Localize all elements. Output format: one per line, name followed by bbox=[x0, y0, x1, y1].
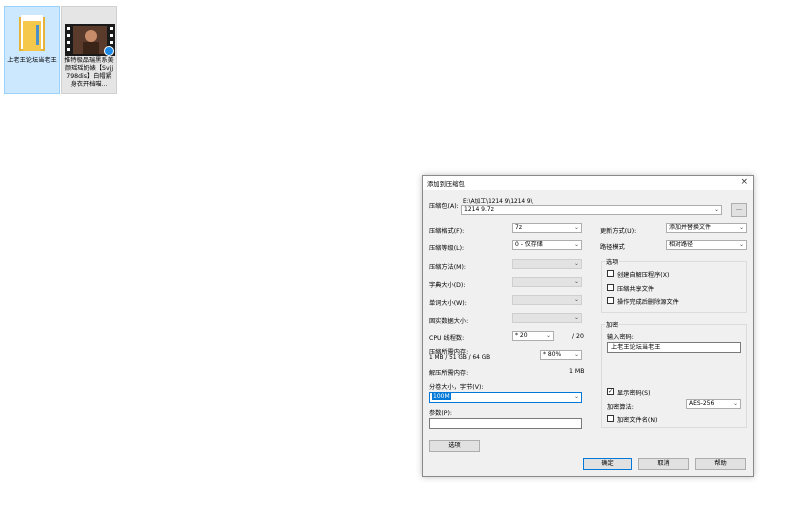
password-input[interactable]: 上老王论坛当老王 bbox=[607, 342, 741, 353]
word-label: 单词大小(W): bbox=[429, 300, 467, 307]
chevron-down-icon: ⌄ bbox=[573, 393, 579, 400]
cpu-label: CPU 线程数: bbox=[429, 335, 465, 342]
format-value: 7z bbox=[515, 224, 522, 231]
mem-detail: 1 MB / 51 GB / 64 GB bbox=[429, 355, 491, 361]
method-select: ⌄ bbox=[512, 259, 582, 269]
chevron-down-icon: ⌄ bbox=[573, 351, 579, 358]
update-value: 添加并替换文件 bbox=[669, 224, 712, 231]
options-group-title: 选项 bbox=[605, 257, 620, 266]
chevron-down-icon: ⌄ bbox=[738, 224, 744, 231]
sfx-label: 创建自解压程序(X) bbox=[617, 272, 670, 279]
show-password-label: 显示密码(S) bbox=[617, 390, 651, 397]
enc-method-value: AES-256 bbox=[689, 400, 715, 407]
shared-label: 压缩共享文件 bbox=[617, 286, 655, 293]
cpu-total: / 20 bbox=[572, 333, 584, 340]
split-label: 分卷大小，字节(V): bbox=[429, 384, 484, 391]
cancel-button[interactable]: 取消 bbox=[638, 458, 689, 470]
help-button[interactable]: 帮助 bbox=[695, 458, 746, 470]
word-select: ⌄ bbox=[512, 295, 582, 305]
show-password-checkbox[interactable]: ✓ bbox=[607, 388, 614, 395]
dict-select: ⌄ bbox=[512, 277, 582, 287]
mem-value: * 80% bbox=[543, 351, 562, 358]
ok-button[interactable]: 确定 bbox=[583, 458, 632, 470]
split-value: 100M bbox=[432, 393, 451, 400]
sfx-checkbox[interactable] bbox=[607, 270, 614, 277]
close-icon[interactable]: × bbox=[740, 177, 748, 188]
chevron-down-icon: ⌄ bbox=[713, 206, 719, 213]
encrypt-names-checkbox[interactable] bbox=[607, 415, 614, 422]
add-to-archive-dialog: 添加到压缩包 × 压缩包(A): E:\A加工\1214 9\1214 9\ 1… bbox=[422, 175, 754, 477]
params-input[interactable] bbox=[429, 418, 582, 429]
chevron-down-icon: ⌄ bbox=[573, 314, 579, 321]
level-select[interactable]: 0 - 仅存储 ⌄ bbox=[512, 240, 582, 250]
level-value: 0 - 仅存储 bbox=[515, 241, 543, 248]
chevron-down-icon: ⌄ bbox=[573, 260, 579, 267]
chevron-down-icon: ⌄ bbox=[573, 224, 579, 231]
video-thumbnail-icon bbox=[65, 24, 115, 56]
video-label: 推特极品瑞黑系美颜瑶瑶奶婊【Svjj798dis】白帽紧身衣开档喵... bbox=[64, 57, 114, 88]
update-label: 更新方式(U): bbox=[600, 228, 637, 235]
chevron-down-icon: ⌄ bbox=[573, 296, 579, 303]
path-mode-value: 相对路径 bbox=[669, 241, 694, 248]
archive-name-value: 1214 9.7z bbox=[464, 206, 494, 213]
encrypt-names-label: 加密文件名(N) bbox=[617, 417, 658, 424]
archive-path: E:\A加工\1214 9\1214 9\ bbox=[463, 199, 533, 205]
chevron-down-icon: ⌄ bbox=[738, 241, 744, 248]
decomp-label: 解压所需内存: bbox=[429, 370, 469, 377]
format-select[interactable]: 7z ⌄ bbox=[512, 223, 582, 233]
encrypt-group-title: 加密 bbox=[605, 320, 620, 329]
archive-label: 压缩包(A): bbox=[429, 203, 459, 210]
decomp-value: 1 MB bbox=[569, 368, 585, 375]
format-label: 压缩格式(F): bbox=[429, 228, 465, 235]
path-mode-label: 路径模式 bbox=[600, 244, 625, 251]
chevron-down-icon: ⌄ bbox=[545, 332, 551, 339]
solid-select: ⌄ bbox=[512, 313, 582, 323]
cpu-select[interactable]: * 20 ⌄ bbox=[512, 331, 554, 341]
password-label: 输入密码: bbox=[607, 334, 634, 341]
folder-label: 上老王论坛当老王 bbox=[7, 57, 57, 64]
method-label: 压缩方法(M): bbox=[429, 264, 467, 271]
title-bar: 添加到压缩包 × bbox=[423, 176, 753, 190]
shared-checkbox[interactable] bbox=[607, 284, 614, 291]
browse-button[interactable]: ... bbox=[731, 203, 747, 217]
enc-method-select[interactable]: AES-256 ⌄ bbox=[686, 399, 741, 409]
desktop-folder-icon-item[interactable]: 上老王论坛当老王 bbox=[4, 6, 60, 94]
chevron-down-icon: ⌄ bbox=[573, 278, 579, 285]
params-label: 参数(P): bbox=[429, 410, 453, 417]
options-button[interactable]: 选项 bbox=[429, 440, 480, 452]
level-label: 压缩等级(L): bbox=[429, 245, 465, 252]
mem-select[interactable]: * 80% ⌄ bbox=[540, 350, 582, 360]
solid-label: 固实数据大小: bbox=[429, 318, 469, 325]
folder-icon bbox=[19, 15, 45, 51]
cpu-value: * 20 bbox=[515, 332, 528, 339]
path-mode-select[interactable]: 相对路径 ⌄ bbox=[666, 240, 747, 250]
update-select[interactable]: 添加并替换文件 ⌄ bbox=[666, 223, 747, 233]
chevron-down-icon: ⌄ bbox=[573, 241, 579, 248]
archive-name-combo[interactable]: 1214 9.7z ⌄ bbox=[461, 205, 722, 215]
chevron-down-icon: ⌄ bbox=[732, 400, 738, 407]
dialog-title: 添加到压缩包 bbox=[427, 181, 465, 188]
split-combo[interactable]: 100M ⌄ bbox=[429, 392, 582, 403]
enc-method-label: 加密算法: bbox=[607, 404, 634, 411]
desktop-video-item[interactable]: 推特极品瑞黑系美颜瑶瑶奶婊【Svjj798dis】白帽紧身衣开档喵... bbox=[61, 6, 117, 94]
delete-checkbox[interactable] bbox=[607, 297, 614, 304]
dict-label: 字典大小(D): bbox=[429, 282, 466, 289]
delete-label: 操作完成后删除源文件 bbox=[617, 299, 679, 306]
